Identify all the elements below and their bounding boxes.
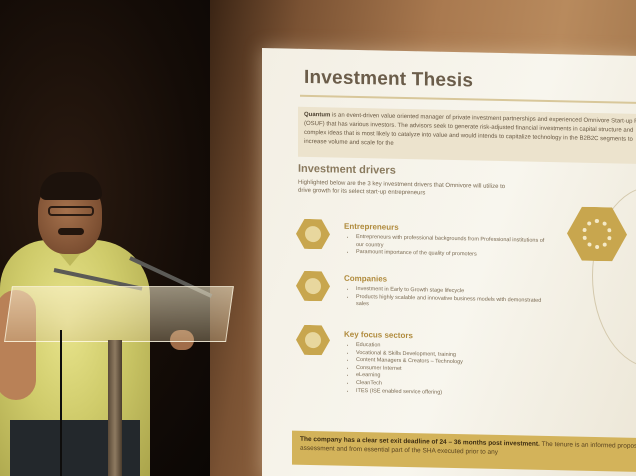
moustache bbox=[58, 228, 84, 235]
photo-scene: Investment Thesis Quantum is an event-dr… bbox=[0, 0, 636, 476]
companies-icon bbox=[296, 271, 330, 302]
intro-lead: Quantum bbox=[304, 111, 331, 119]
section-list-sectors: Education Vocational & Skills Developmen… bbox=[350, 342, 546, 399]
projected-slide: Investment Thesis Quantum is an event-dr… bbox=[262, 48, 636, 476]
title-divider bbox=[300, 94, 636, 104]
exit-deadline-banner: The company has a clear set exit deadlin… bbox=[292, 430, 636, 473]
heart-icon bbox=[296, 325, 330, 356]
mic-cable bbox=[60, 330, 62, 476]
section-list-entrepreneurs: Entrepreneurs with professional backgrou… bbox=[350, 234, 546, 261]
intro-box: Quantum is an event-driven value oriente… bbox=[298, 106, 636, 165]
section-heading-sectors: Key focus sectors bbox=[344, 329, 413, 341]
section-heading-entrepreneurs: Entrepreneurs bbox=[344, 221, 399, 232]
glass-podium bbox=[4, 286, 234, 342]
drivers-heading: Investment drivers bbox=[298, 162, 396, 177]
drivers-description: Highlighted below are the 3 key investme… bbox=[298, 179, 506, 197]
slide-title: Investment Thesis bbox=[304, 66, 474, 92]
podium-stand bbox=[108, 340, 122, 476]
section-list-companies: Investment in Early to Growth stage life… bbox=[350, 286, 546, 313]
section-heading-companies: Companies bbox=[344, 273, 388, 284]
glasses bbox=[48, 206, 94, 216]
speaker-hair bbox=[40, 172, 102, 200]
entrepreneurs-icon bbox=[296, 219, 330, 250]
list-item: Products highly scalable and innovative … bbox=[356, 294, 546, 313]
intro-text: is an event-driven value oriented manage… bbox=[304, 112, 636, 147]
